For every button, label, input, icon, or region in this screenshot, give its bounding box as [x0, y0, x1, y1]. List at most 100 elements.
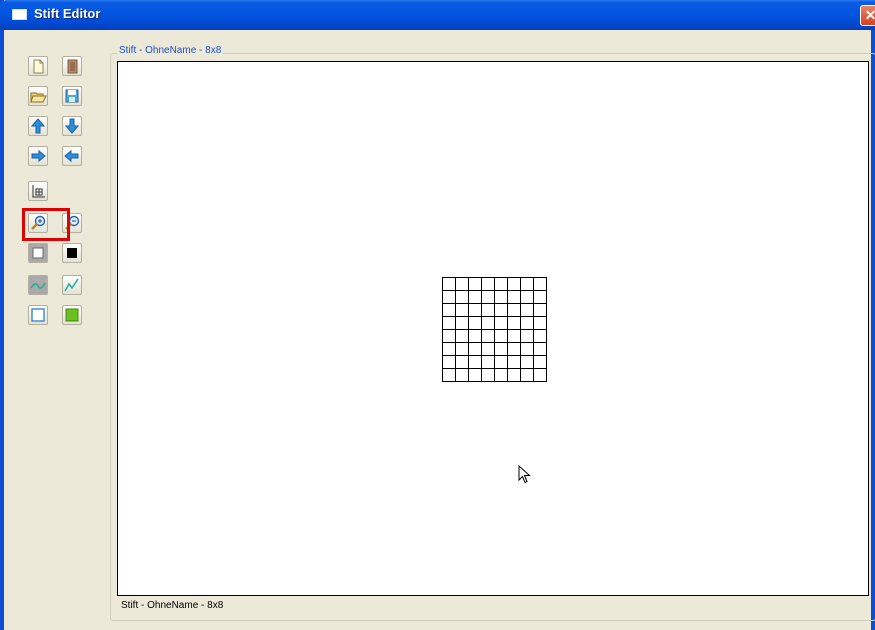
- grid-cell[interactable]: [507, 290, 521, 304]
- grid-cell[interactable]: [494, 368, 508, 382]
- grid-cell[interactable]: [455, 342, 469, 356]
- black-color-button[interactable]: [62, 243, 82, 263]
- app-window-icon: [12, 9, 27, 20]
- move-up-button[interactable]: [28, 116, 48, 136]
- polyline-button[interactable]: [62, 275, 82, 295]
- grid-cell[interactable]: [442, 355, 456, 369]
- grid-cell[interactable]: [455, 355, 469, 369]
- grid-cell[interactable]: [533, 329, 547, 343]
- zoom-in-highlight-box: [22, 208, 70, 241]
- status-bar-text: Stift - OhneName - 8x8: [121, 600, 224, 611]
- grid-cell[interactable]: [520, 290, 534, 304]
- white-square-icon: [32, 247, 44, 259]
- save-button[interactable]: [62, 86, 82, 106]
- grid-cell[interactable]: [507, 277, 521, 291]
- resize-grid-button[interactable]: [28, 181, 48, 201]
- grid-cell[interactable]: [455, 368, 469, 382]
- grid-cell[interactable]: [494, 329, 508, 343]
- floppy-disk-icon: [65, 89, 79, 103]
- grid-cell[interactable]: [533, 303, 547, 317]
- grid-cell[interactable]: [481, 303, 495, 317]
- freehand-line-button[interactable]: [28, 275, 48, 295]
- grid-cell[interactable]: [533, 368, 547, 382]
- grid-cell[interactable]: [494, 355, 508, 369]
- resize-grid-icon: [32, 185, 45, 198]
- filled-rectangle-icon: [65, 308, 79, 322]
- grid-cell[interactable]: [520, 303, 534, 317]
- rectangle-outline-button[interactable]: [28, 305, 48, 325]
- group-title: Stift - OhneName - 8x8: [117, 45, 224, 56]
- grid-cell[interactable]: [468, 329, 482, 343]
- grid-cell[interactable]: [494, 342, 508, 356]
- grid-cell[interactable]: [494, 316, 508, 330]
- grid-cell[interactable]: [442, 316, 456, 330]
- door-button[interactable]: [62, 56, 82, 76]
- grid-cell[interactable]: [468, 290, 482, 304]
- grid-cell[interactable]: [507, 303, 521, 317]
- grid-cell[interactable]: [442, 303, 456, 317]
- grid-cell[interactable]: [442, 277, 456, 291]
- grid-cell[interactable]: [533, 342, 547, 356]
- move-right-button[interactable]: [28, 146, 48, 166]
- grid-cell[interactable]: [468, 342, 482, 356]
- grid-cell[interactable]: [494, 277, 508, 291]
- pixel-grid[interactable]: [442, 277, 548, 383]
- rectangle-filled-button[interactable]: [62, 305, 82, 325]
- arrow-right-icon: [31, 149, 46, 163]
- open-folder-button[interactable]: [28, 86, 48, 106]
- grid-cell[interactable]: [520, 355, 534, 369]
- grid-cell[interactable]: [520, 277, 534, 291]
- new-file-button[interactable]: [28, 56, 48, 76]
- grid-cell[interactable]: [494, 303, 508, 317]
- grid-cell[interactable]: [494, 290, 508, 304]
- move-left-button[interactable]: [62, 146, 82, 166]
- grid-cell[interactable]: [468, 355, 482, 369]
- drawing-canvas[interactable]: [117, 61, 869, 596]
- polyline-icon: [64, 278, 79, 292]
- grid-cell[interactable]: [507, 368, 521, 382]
- grid-cell[interactable]: [442, 368, 456, 382]
- grid-cell[interactable]: [481, 355, 495, 369]
- grid-cell[interactable]: [468, 368, 482, 382]
- grid-cell[interactable]: [442, 342, 456, 356]
- grid-cell[interactable]: [533, 290, 547, 304]
- grid-cell[interactable]: [455, 277, 469, 291]
- close-button[interactable]: ✕: [860, 5, 875, 26]
- grid-cell[interactable]: [481, 277, 495, 291]
- grid-cell[interactable]: [481, 290, 495, 304]
- window-title: Stift Editor: [34, 6, 101, 21]
- grid-cell[interactable]: [455, 303, 469, 317]
- grid-cell[interactable]: [507, 342, 521, 356]
- door-icon: [67, 59, 78, 74]
- open-folder-icon: [30, 92, 47, 103]
- grid-cell[interactable]: [520, 368, 534, 382]
- grid-cell[interactable]: [481, 342, 495, 356]
- move-down-button[interactable]: [62, 116, 82, 136]
- grid-cell[interactable]: [455, 290, 469, 304]
- grid-cell[interactable]: [481, 316, 495, 330]
- grid-cell[interactable]: [455, 329, 469, 343]
- grid-cell[interactable]: [481, 329, 495, 343]
- grid-cell[interactable]: [468, 316, 482, 330]
- grid-cell[interactable]: [520, 329, 534, 343]
- black-square-icon: [67, 248, 77, 258]
- grid-cell[interactable]: [442, 290, 456, 304]
- grid-cell[interactable]: [442, 329, 456, 343]
- white-color-button[interactable]: [28, 243, 48, 263]
- new-page-icon: [33, 59, 44, 74]
- stift-editor-window: Stift Editor ✕ Stift - OhneName - 8x8 St…: [0, 0, 875, 630]
- grid-cell[interactable]: [520, 342, 534, 356]
- grid-cell[interactable]: [507, 316, 521, 330]
- grid-cell[interactable]: [520, 316, 534, 330]
- grid-cell[interactable]: [468, 277, 482, 291]
- grid-cell[interactable]: [481, 368, 495, 382]
- arrow-down-icon: [64, 118, 80, 134]
- grid-cell[interactable]: [507, 329, 521, 343]
- grid-cell[interactable]: [468, 303, 482, 317]
- grid-cell[interactable]: [533, 355, 547, 369]
- grid-cell[interactable]: [533, 277, 547, 291]
- title-bar[interactable]: Stift Editor ✕: [0, 0, 875, 30]
- grid-cell[interactable]: [507, 355, 521, 369]
- grid-cell[interactable]: [533, 316, 547, 330]
- grid-cell[interactable]: [455, 316, 469, 330]
